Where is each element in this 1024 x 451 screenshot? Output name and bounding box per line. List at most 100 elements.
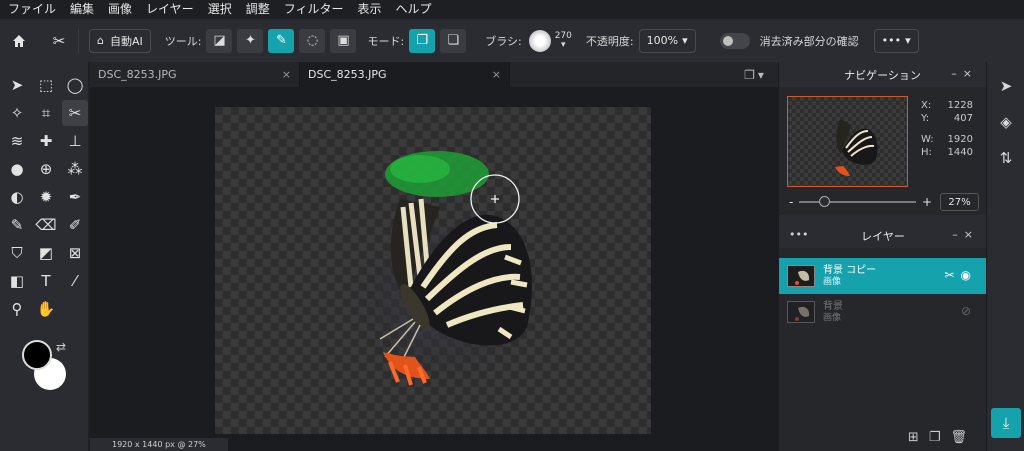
layers-icon[interactable]: ◈ [987, 104, 1024, 140]
mode-erase-button[interactable]: ❐ [409, 28, 436, 53]
layer-row-copy[interactable]: 背景 コピー 画像 ✂◉ [779, 258, 987, 294]
hand-tool-icon[interactable]: ✋ [33, 296, 59, 322]
gradient-eraser-option[interactable]: ▣ [330, 28, 357, 53]
zoom-slider-knob[interactable] [819, 196, 831, 207]
layer-type: 画像 [823, 312, 842, 323]
zoom-in-button[interactable]: + [922, 195, 932, 209]
burn-tool-icon[interactable]: ✹ [33, 184, 59, 210]
thumbnail-image [835, 119, 878, 176]
crop-tool-icon[interactable]: ⌗ [33, 100, 59, 126]
robot-icon: ⌂ [97, 34, 104, 47]
close-icon[interactable]: × [492, 68, 501, 81]
menu-layer[interactable]: レイヤー [146, 0, 194, 19]
healing-tool-icon[interactable]: ✚ [33, 128, 59, 154]
pen-tool-icon[interactable]: ✒ [62, 184, 88, 210]
add-layer-icon[interactable]: ⊞ [908, 430, 929, 445]
eraser-tool-icon[interactable]: ⌫ [33, 212, 59, 238]
window-arrange-button[interactable]: ❐ ▾ [730, 62, 778, 87]
lasso-eraser-option[interactable]: ◌ [299, 28, 326, 53]
gradient-tool-icon[interactable]: ◩ [33, 240, 59, 266]
marquee-tool-icon[interactable]: ⬚ [33, 72, 59, 98]
panel-controls[interactable]: –× [951, 67, 978, 80]
color-replace-tool-icon[interactable]: ✐ [62, 212, 88, 238]
swap-colors-icon[interactable]: ⇄ [56, 340, 66, 354]
document-tabs: DSC_8253.JPG × DSC_8253.JPG × ❐ ▾ [90, 62, 778, 87]
tab-document-2[interactable]: DSC_8253.JPG × [300, 62, 510, 87]
zoom-input[interactable]: 27% [940, 193, 979, 211]
magic-eraser-option[interactable]: ✦ [237, 28, 264, 53]
layer-name: 背景 コピー [823, 264, 877, 276]
navigator-icon[interactable]: ➤ [987, 68, 1024, 104]
eraser-tool-option[interactable]: ◪ [206, 28, 233, 53]
eyedropper-tool-icon[interactable]: ⁄ [62, 268, 88, 294]
navigation-panel-header: ナビゲーション –× [779, 62, 986, 87]
trash-icon[interactable]: 🗑 [950, 430, 977, 445]
magic-wand-tool-icon[interactable]: ✧ [4, 100, 30, 126]
pattern-tool-icon[interactable]: ⁂ [62, 156, 88, 182]
blur-tool-icon[interactable]: ● [4, 156, 30, 182]
mode-label: モード: [367, 34, 405, 48]
scissors-icon[interactable]: ✂ [944, 268, 960, 282]
mode-restore-button[interactable]: ❏ [440, 28, 467, 53]
more-dots-icon[interactable]: ••• [789, 228, 808, 241]
cutout-tool-icon[interactable]: ✂ [62, 100, 88, 126]
stamp-tool-icon[interactable]: ⊥ [62, 128, 88, 154]
layer-thumbnail [787, 265, 815, 287]
menu-adjust[interactable]: 調整 [246, 0, 270, 19]
more-options-button[interactable]: ••• ▾ [873, 28, 919, 53]
duplicate-layer-icon[interactable]: ❐ [929, 430, 951, 445]
home-icon[interactable] [4, 26, 34, 56]
layers-mode-icon: ❐ [416, 33, 429, 48]
layer-row-background[interactable]: 背景 画像 ⊘ [779, 294, 987, 330]
history-icon[interactable]: ⇅ [987, 140, 1024, 176]
sponge-tool-icon[interactable]: ⊕ [33, 156, 59, 182]
auto-ai-button[interactable]: ⌂ 自動AI [89, 28, 151, 53]
menu-image[interactable]: 画像 [108, 0, 132, 19]
zoom-slider[interactable] [799, 196, 916, 207]
export-button[interactable]: ⤓ [991, 408, 1021, 438]
text-tool-icon[interactable]: T [33, 268, 59, 294]
brush-size-dropdown[interactable]: 270 ▾ [555, 31, 572, 50]
close-icon[interactable]: × [282, 68, 291, 81]
brush-tool-icon[interactable]: ✎ [4, 212, 30, 238]
zoom-tool-icon[interactable]: ⚲ [4, 296, 30, 322]
menu-filter[interactable]: フィルター [284, 0, 344, 19]
tool-label: ツール: [164, 34, 202, 48]
opacity-dropdown[interactable]: 100% ▾ [638, 28, 696, 53]
navigation-thumbnail[interactable] [787, 96, 908, 187]
lasso-tool-icon[interactable]: ◯ [62, 72, 88, 98]
menu-select[interactable]: 選択 [208, 0, 232, 19]
dodge-tool-icon[interactable]: ◐ [4, 184, 30, 210]
menu-view[interactable]: 表示 [357, 0, 381, 19]
show-erased-toggle[interactable] [719, 32, 750, 49]
foreground-color[interactable] [22, 340, 52, 370]
layers-panel-header: ••• レイヤー –× [779, 223, 987, 248]
layer-row-icons: ✂◉ [944, 268, 977, 282]
tab-label: DSC_8253.JPG [308, 68, 387, 81]
document-area: DSC_8253.JPG × DSC_8253.JPG × ❐ ▾ 1920 x… [90, 62, 778, 451]
menu-help[interactable]: ヘルプ [396, 0, 432, 19]
move-tool-icon[interactable]: ➤ [4, 72, 30, 98]
navigation-info: X: 1228 Y: 407 W: 1920 H: 1440 [921, 99, 973, 159]
navigation-title: ナビゲーション [844, 68, 921, 82]
opacity-value: 100% [646, 34, 679, 47]
liquify-tool-icon[interactable]: ≋ [4, 128, 30, 154]
zoom-out-button[interactable]: - [789, 195, 793, 209]
fill-tool-icon[interactable]: ⛉ [4, 240, 30, 266]
layers-title: レイヤー [861, 229, 905, 243]
frame-tool-icon[interactable]: ⊠ [62, 240, 88, 266]
menu-file[interactable]: ファイル [8, 0, 56, 19]
menu-edit[interactable]: 編集 [70, 0, 94, 19]
eye-icon[interactable]: ◉ [961, 268, 977, 282]
brush-preview[interactable] [528, 29, 551, 52]
shape-tool-icon[interactable]: ◧ [4, 268, 30, 294]
tab-document-1[interactable]: DSC_8253.JPG × [90, 62, 300, 87]
panel-controls[interactable]: –× [952, 228, 979, 241]
color-swatches: ⇄ [22, 340, 72, 390]
image-canvas[interactable] [215, 107, 651, 434]
eye-hidden-icon[interactable]: ⊘ [961, 304, 977, 318]
butterfly-image [345, 151, 545, 386]
brush-eraser-option[interactable]: ✎ [268, 28, 295, 53]
scissors-icon[interactable]: ✂ [44, 26, 74, 56]
auto-ai-label: 自動AI [109, 34, 143, 48]
